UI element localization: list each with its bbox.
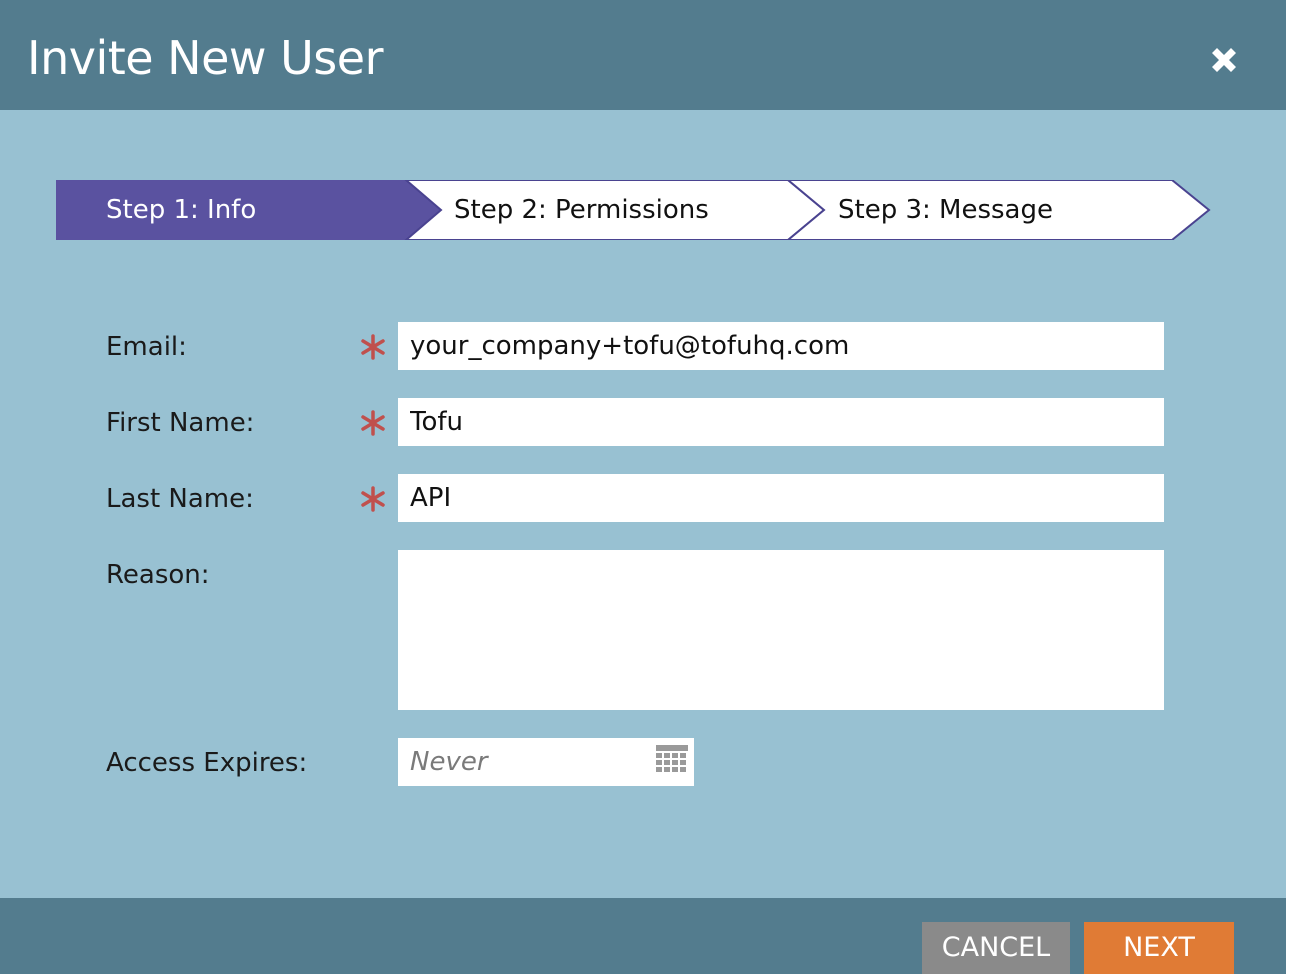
asterisk-icon bbox=[361, 410, 385, 436]
asterisk-icon bbox=[361, 334, 385, 360]
page-edge bbox=[1286, 0, 1294, 974]
close-button[interactable] bbox=[1204, 40, 1244, 80]
access-expires-field[interactable] bbox=[398, 738, 648, 786]
step-3-tab[interactable]: Step 3: Message bbox=[838, 194, 1053, 226]
cancel-button[interactable]: CANCEL bbox=[922, 922, 1070, 974]
reason-label: Reason: bbox=[106, 560, 210, 590]
step-1-tab[interactable]: Step 1: Info bbox=[106, 194, 256, 226]
asterisk-icon bbox=[361, 486, 385, 512]
first-name-field[interactable] bbox=[398, 398, 1164, 446]
access-expires-label: Access Expires: bbox=[106, 748, 308, 778]
dialog-header: Invite New User bbox=[0, 0, 1286, 110]
step-2-tab[interactable]: Step 2: Permissions bbox=[454, 194, 709, 226]
step-progress: Step 1: Info Step 2: Permissions Step 3:… bbox=[56, 180, 1212, 240]
last-name-field[interactable] bbox=[398, 474, 1164, 522]
email-field[interactable] bbox=[398, 322, 1164, 370]
close-icon bbox=[1212, 48, 1236, 72]
invite-user-dialog: Invite New User Step 1: Info Step 2: Per… bbox=[0, 0, 1286, 974]
next-button[interactable]: NEXT bbox=[1084, 922, 1234, 974]
email-label: Email: bbox=[106, 332, 187, 362]
calendar-icon[interactable] bbox=[656, 745, 688, 777]
last-name-label: Last Name: bbox=[106, 484, 254, 514]
access-expires-datepicker bbox=[398, 738, 694, 786]
reason-textarea[interactable] bbox=[398, 550, 1164, 710]
first-name-label: First Name: bbox=[106, 408, 255, 438]
dialog-title: Invite New User bbox=[27, 31, 384, 85]
dialog-footer: CANCEL NEXT bbox=[0, 898, 1286, 974]
